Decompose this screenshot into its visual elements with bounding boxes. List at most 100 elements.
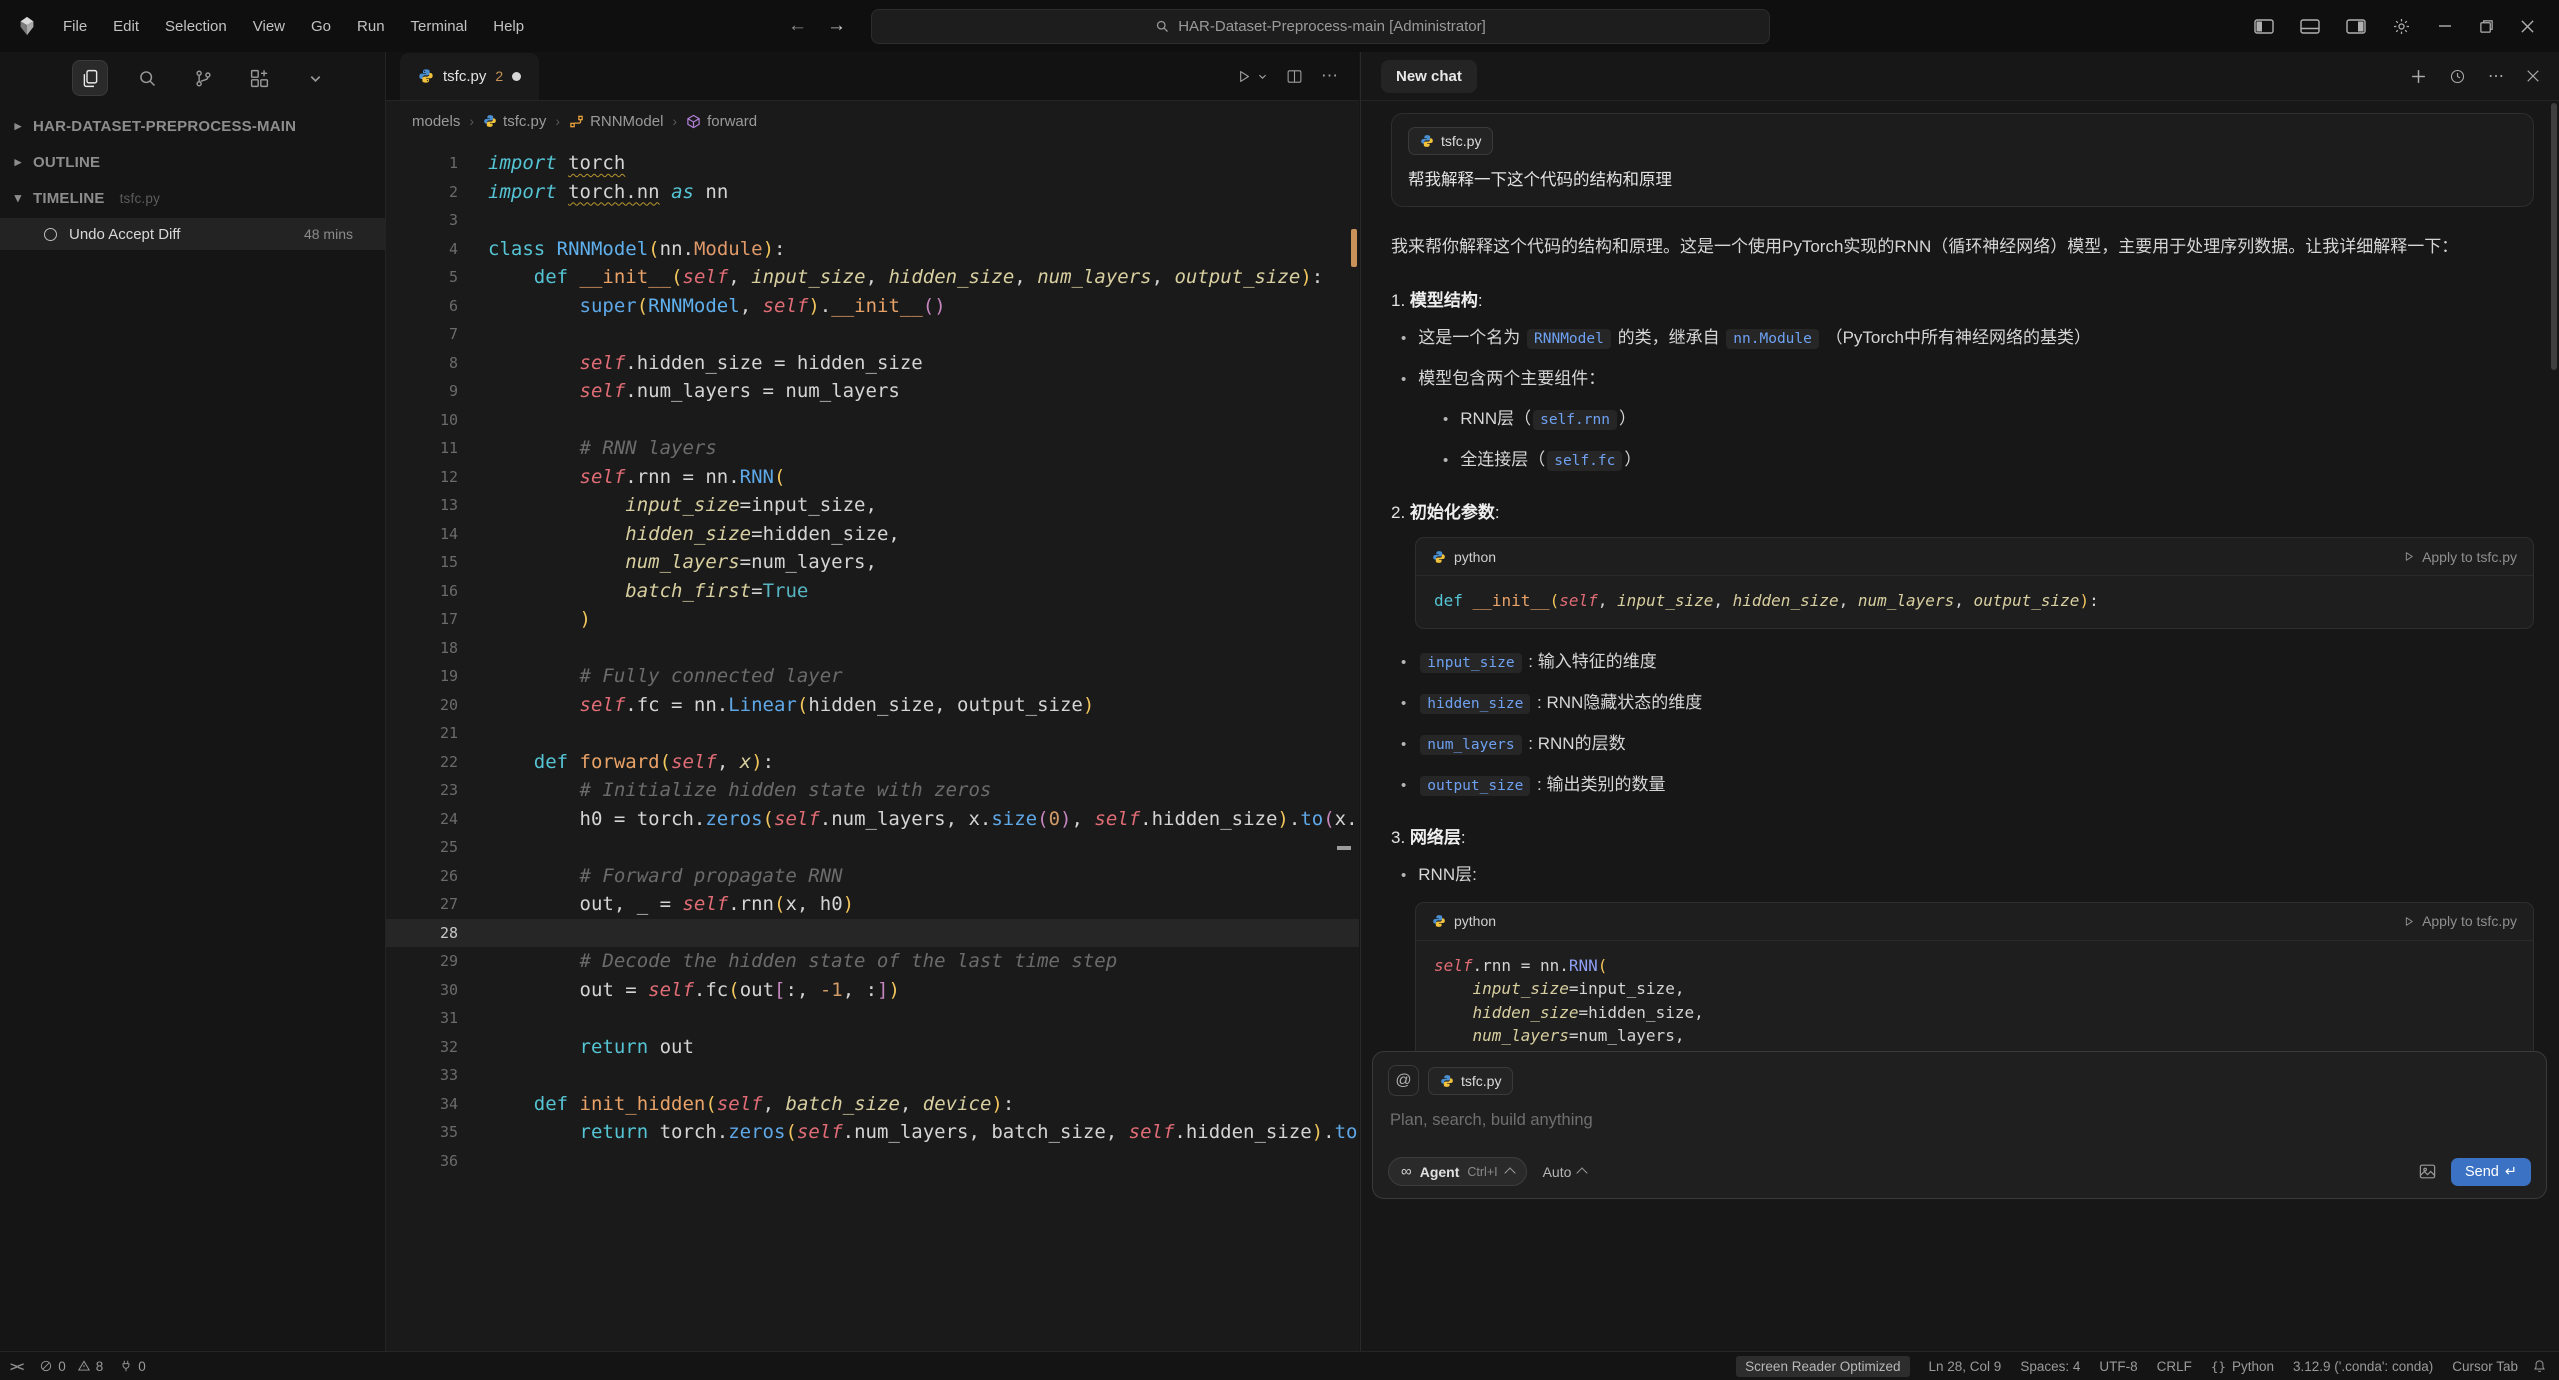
menu-file[interactable]: File	[52, 13, 98, 40]
breadcrumb-class[interactable]: RNNModel	[569, 113, 663, 130]
problems-indicator[interactable]: 0 8	[39, 1359, 103, 1374]
settings-gear-icon[interactable]	[2392, 17, 2411, 36]
menu-help[interactable]: Help	[482, 13, 535, 40]
breadcrumb-file[interactable]: tsfc.py	[483, 113, 546, 130]
code-line[interactable]: 34 def init_hidden(self, batch_size, dev…	[386, 1090, 1359, 1119]
chat-tab-new-chat[interactable]: New chat	[1381, 60, 1477, 93]
code-line[interactable]: 10	[386, 406, 1359, 435]
run-button[interactable]	[1235, 68, 1268, 85]
more-views-chevron-icon[interactable]	[298, 61, 332, 95]
explorer-icon[interactable]	[72, 60, 108, 96]
menu-run[interactable]: Run	[346, 13, 396, 40]
code-line[interactable]: 32 return out	[386, 1033, 1359, 1062]
code-line[interactable]: 16 batch_first=True	[386, 577, 1359, 606]
code-line[interactable]: 14 hidden_size=hidden_size,	[386, 520, 1359, 549]
code-line[interactable]: 29 # Decode the hidden state of the last…	[386, 947, 1359, 976]
attached-file-chip[interactable]: tsfc.py	[1408, 127, 1493, 155]
context-file-chip[interactable]: tsfc.py	[1428, 1067, 1513, 1095]
mention-button[interactable]: @	[1388, 1065, 1419, 1096]
status-item[interactable]: Cursor Tab	[2452, 1359, 2518, 1374]
menu-terminal[interactable]: Terminal	[400, 13, 479, 40]
new-chat-plus-icon[interactable]	[2410, 68, 2427, 85]
attach-image-icon[interactable]	[2418, 1162, 2437, 1181]
status-item[interactable]: 3.12.9 ('.conda': conda)	[2293, 1359, 2433, 1374]
menu-selection[interactable]: Selection	[154, 13, 238, 40]
chat-input-box[interactable]: @ tsfc.py ∞ Agent Ctrl+I Auto	[1372, 1051, 2547, 1199]
code-line[interactable]: 28	[386, 919, 1359, 948]
section-timeline[interactable]: ▾ TIMELINE tsfc.py	[0, 180, 385, 216]
status-item[interactable]: Spaces: 4	[2020, 1359, 2080, 1374]
chat-close-icon[interactable]	[2526, 69, 2540, 83]
code-line[interactable]: 31	[386, 1004, 1359, 1033]
code-line[interactable]: 26 # Forward propagate RNN	[386, 862, 1359, 891]
chat-more-icon[interactable]: ⋯	[2488, 66, 2504, 86]
code-line[interactable]: 6 super(RNNModel, self).__init__()	[386, 292, 1359, 321]
code-line[interactable]: 5 def __init__(self, input_size, hidden_…	[386, 263, 1359, 292]
code-line[interactable]: 2import torch.nn as nn	[386, 178, 1359, 207]
code-line[interactable]: 1import torch	[386, 149, 1359, 178]
send-button[interactable]: Send↵	[2451, 1158, 2531, 1186]
toggle-bottom-panel-icon[interactable]	[2300, 19, 2320, 34]
code-line[interactable]: 33	[386, 1061, 1359, 1090]
menu-view[interactable]: View	[242, 13, 296, 40]
ports-indicator[interactable]: 0	[119, 1359, 146, 1374]
status-item[interactable]: Ln 28, Col 9	[1929, 1359, 2002, 1374]
extensions-icon[interactable]	[242, 61, 276, 95]
agent-mode-selector[interactable]: ∞ Agent Ctrl+I	[1388, 1157, 1527, 1186]
status-item[interactable]: CRLF	[2157, 1359, 2192, 1374]
chat-history-icon[interactable]	[2449, 68, 2466, 85]
code-line[interactable]: 22 def forward(self, x):	[386, 748, 1359, 777]
code-line[interactable]: 23 # Initialize hidden state with zeros	[386, 776, 1359, 805]
code-line[interactable]: 17 )	[386, 605, 1359, 634]
code-line[interactable]: 11 # RNN layers	[386, 434, 1359, 463]
search-panel-icon[interactable]	[130, 61, 164, 95]
code-line[interactable]: 13 input_size=input_size,	[386, 491, 1359, 520]
code-editor[interactable]: 1import torch2import torch.nn as nn34cla…	[386, 141, 1359, 1361]
code-line[interactable]: 25	[386, 833, 1359, 862]
code-line[interactable]: 27 out, _ = self.rnn(x, h0)	[386, 890, 1359, 919]
code-line[interactable]: 15 num_layers=num_layers,	[386, 548, 1359, 577]
code-line[interactable]: 8 self.hidden_size = hidden_size	[386, 349, 1359, 378]
close-window-button[interactable]	[2520, 19, 2535, 34]
source-control-icon[interactable]	[186, 61, 220, 95]
split-editor-icon[interactable]	[1286, 68, 1303, 85]
tab-tsfc-py[interactable]: tsfc.py 2	[400, 53, 539, 100]
notifications-bell-icon[interactable]	[2532, 1359, 2559, 1374]
code-line[interactable]: 24 h0 = torch.zeros(self.num_layers, x.s…	[386, 805, 1359, 834]
code-line[interactable]: 4class RNNModel(nn.Module):	[386, 235, 1359, 264]
menu-go[interactable]: Go	[300, 13, 342, 40]
model-selector[interactable]: Auto	[1543, 1164, 1587, 1180]
status-item[interactable]: Screen Reader Optimized	[1736, 1356, 1909, 1377]
toggle-right-sidebar-icon[interactable]	[2346, 19, 2366, 34]
code-line[interactable]: 35 return torch.zeros(self.num_layers, b…	[386, 1118, 1359, 1147]
unsaved-dot-icon[interactable]	[512, 72, 521, 81]
code-line[interactable]: 3	[386, 206, 1359, 235]
remote-indicator-icon[interactable]: ><	[10, 1359, 23, 1374]
forward-button[interactable]: →	[827, 15, 846, 37]
code-line[interactable]: 20 self.fc = nn.Linear(hidden_size, outp…	[386, 691, 1359, 720]
back-button[interactable]: ←	[788, 15, 807, 37]
breadcrumb-method[interactable]: forward	[686, 113, 757, 130]
code-line[interactable]: 9 self.num_layers = num_layers	[386, 377, 1359, 406]
section-outline[interactable]: ▸ OUTLINE	[0, 144, 385, 180]
breadcrumb-folder[interactable]: models	[412, 113, 460, 130]
restore-button[interactable]	[2479, 19, 2494, 34]
chat-text-input[interactable]	[1388, 1110, 2489, 1131]
section-workspace[interactable]: ▸ HAR-DATASET-PREPROCESS-MAIN	[0, 108, 385, 144]
status-item[interactable]: {}Python	[2211, 1359, 2274, 1374]
code-line[interactable]: 36	[386, 1147, 1359, 1176]
apply-button[interactable]: Apply to tsfc.py	[2402, 549, 2517, 565]
code-line[interactable]: 18	[386, 634, 1359, 663]
menu-edit[interactable]: Edit	[102, 13, 150, 40]
timeline-entry[interactable]: Undo Accept Diff 48 mins	[0, 218, 385, 250]
code-line[interactable]: 19 # Fully connected layer	[386, 662, 1359, 691]
code-line[interactable]: 30 out = self.fc(out[:, -1, :])	[386, 976, 1359, 1005]
minimize-button[interactable]	[2437, 18, 2453, 34]
chat-scrollbar-thumb[interactable]	[2551, 103, 2557, 370]
toggle-left-sidebar-icon[interactable]	[2254, 19, 2274, 34]
code-line[interactable]: 7	[386, 320, 1359, 349]
status-item[interactable]: UTF-8	[2099, 1359, 2137, 1374]
command-search-box[interactable]: HAR-Dataset-Preprocess-main [Administrat…	[871, 9, 1770, 44]
code-line[interactable]: 12 self.rnn = nn.RNN(	[386, 463, 1359, 492]
apply-button[interactable]: Apply to tsfc.py	[2402, 913, 2517, 929]
